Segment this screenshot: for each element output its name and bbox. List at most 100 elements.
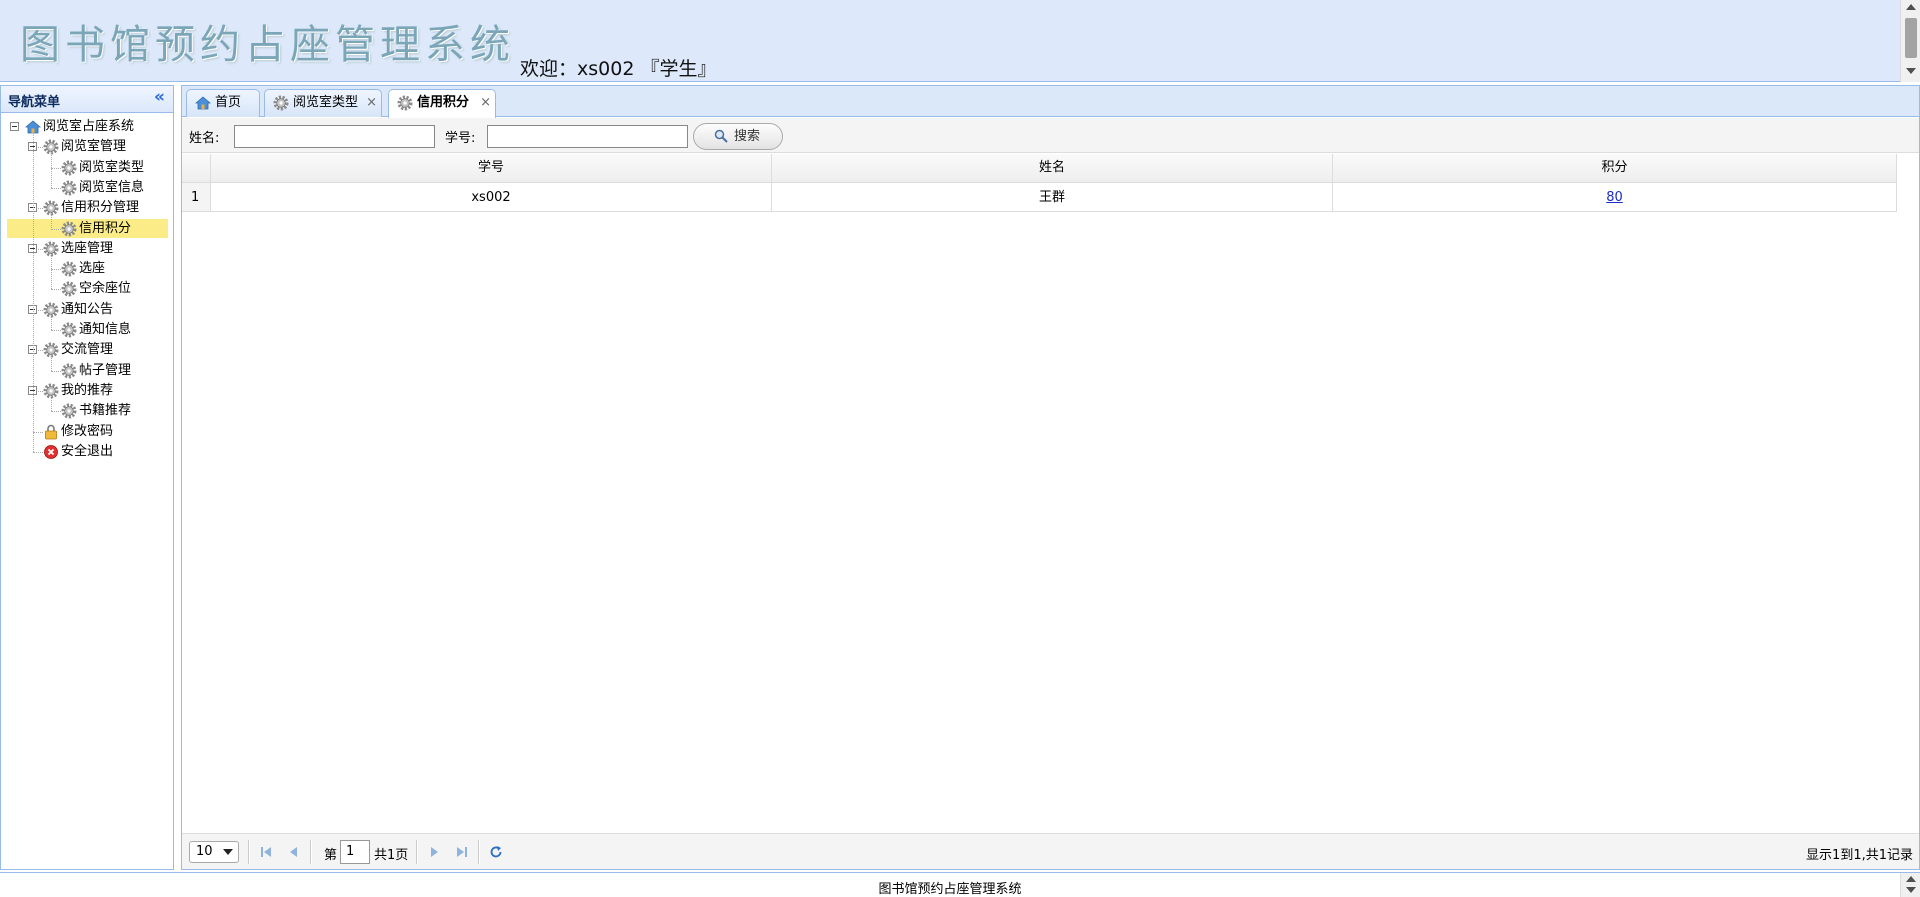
- first-page-icon[interactable]: [259, 845, 273, 859]
- tree-node-group[interactable]: 通知公告: [1, 300, 173, 319]
- tree-connector: [51, 330, 61, 331]
- tree-node-label: 选座管理: [61, 240, 114, 256]
- search-toolbar: 姓名: 学号: 搜索: [182, 118, 1919, 153]
- tree-node-item[interactable]: 阅览室类型: [1, 158, 173, 177]
- gear-icon: [61, 160, 77, 176]
- tree-connector: [51, 167, 61, 169]
- tree-node-group[interactable]: 信用积分管理: [1, 198, 173, 217]
- welcome-text: 欢迎：xs002 『学生』: [520, 58, 717, 80]
- tree-node-label: 空余座位: [79, 281, 132, 297]
- gear-icon: [61, 403, 77, 419]
- tab-label: 信用积分: [417, 95, 470, 110]
- footer-text: 图书馆预约占座管理系统: [878, 882, 1022, 897]
- collapse-toggle-icon[interactable]: [10, 122, 19, 131]
- tree-node-item[interactable]: 帖子管理: [1, 361, 173, 380]
- tree-connector: [51, 314, 52, 330]
- tree-node-item[interactable]: 选座: [1, 259, 173, 278]
- pager-separator: [478, 840, 480, 864]
- tree-node-label: 我的推荐: [61, 382, 114, 398]
- home-icon: [195, 96, 211, 110]
- score-link[interactable]: 80: [1606, 190, 1623, 205]
- name-input[interactable]: [234, 125, 435, 148]
- tree-node-group[interactable]: 交流管理: [1, 340, 173, 359]
- cell-score: 80: [1333, 183, 1897, 212]
- tree-connector: [51, 152, 52, 188]
- tree-node-item[interactable]: 空余座位: [1, 279, 173, 298]
- tree-node-label: 书籍推荐: [79, 403, 132, 419]
- tree-node-item[interactable]: 通知信息: [1, 320, 173, 339]
- prev-page-icon[interactable]: [287, 845, 301, 859]
- tree-node-logout[interactable]: 安全退出: [1, 442, 173, 461]
- search-label: 搜索: [734, 129, 761, 144]
- nav-title: 导航菜单: [8, 95, 61, 110]
- student-id-label: 学号:: [445, 131, 476, 146]
- footer-scrollbar[interactable]: [1900, 873, 1920, 897]
- refresh-icon[interactable]: [489, 845, 503, 859]
- tree-node-item[interactable]: 阅览室信息: [1, 178, 173, 197]
- close-icon[interactable]: ×: [366, 90, 377, 116]
- row-number: 1: [182, 183, 211, 212]
- tree-connector: [38, 309, 43, 311]
- tree-node-label: 信用积分管理: [61, 200, 140, 216]
- tree-connector: [38, 350, 43, 352]
- gear-icon: [397, 95, 413, 111]
- column-header-student-id[interactable]: 学号: [211, 154, 772, 183]
- gear-icon: [61, 180, 77, 196]
- pager-separator: [248, 840, 250, 864]
- student-id-input[interactable]: [487, 125, 688, 148]
- tree-node-label: 帖子管理: [79, 362, 132, 378]
- scroll-up-icon[interactable]: [1906, 4, 1916, 10]
- column-header-score[interactable]: 积分: [1333, 154, 1897, 183]
- pagination-bar: 10 第 1 共1页 显示1到1,共1记录: [182, 833, 1919, 869]
- tree-connector: [51, 355, 52, 371]
- tab-credit-points[interactable]: 信用积分 ×: [388, 89, 496, 118]
- tree-connector: [38, 147, 43, 149]
- search-icon: [714, 129, 728, 143]
- next-page-icon[interactable]: [427, 845, 441, 859]
- tree-connector: [51, 253, 52, 290]
- table-row[interactable]: 1 xs002 王群 80: [182, 183, 1900, 212]
- tab-reading-room-type[interactable]: 阅览室类型 ×: [264, 89, 382, 117]
- tree-node-root[interactable]: 阅览室占座系统: [1, 117, 173, 136]
- gear-icon: [61, 363, 77, 379]
- scroll-up-icon[interactable]: [1906, 876, 1916, 882]
- collapse-icon[interactable]: «: [154, 87, 165, 107]
- tab-home[interactable]: 首页: [186, 89, 260, 117]
- gear-icon: [61, 261, 77, 277]
- header-scrollbar[interactable]: [1900, 0, 1920, 82]
- tree-connector: [38, 390, 43, 392]
- last-page-icon[interactable]: [455, 845, 469, 859]
- exit-icon: [44, 444, 58, 459]
- scroll-thumb[interactable]: [1905, 18, 1917, 58]
- header-banner: 图书馆预约占座管理系统 欢迎：xs002 『学生』: [0, 0, 1920, 82]
- tree-node-group[interactable]: 阅览室管理: [1, 137, 173, 156]
- tree-node-item[interactable]: 信用积分: [7, 218, 168, 238]
- main-panel: 首页 阅览室类型 × 信用积分 × 姓名: 学号: 搜索 学号 姓名 积分 1 …: [181, 85, 1920, 870]
- tree-node-label: 选座: [79, 261, 106, 277]
- page-size-select[interactable]: 10: [189, 841, 239, 863]
- page-number-input[interactable]: 1: [340, 840, 370, 864]
- name-label: 姓名:: [189, 131, 220, 146]
- column-header-name[interactable]: 姓名: [772, 154, 1333, 183]
- pager-separator: [310, 840, 312, 864]
- footer: 图书馆预约占座管理系统: [0, 872, 1920, 897]
- tree-node-change-password[interactable]: 修改密码: [1, 422, 173, 441]
- gear-icon: [61, 221, 77, 236]
- scroll-down-icon[interactable]: [1906, 68, 1916, 74]
- close-icon[interactable]: ×: [480, 90, 491, 116]
- tree-node-group[interactable]: 选座管理: [1, 239, 173, 258]
- grid-header-row: 学号 姓名 积分: [182, 154, 1900, 183]
- tree-connector: [33, 451, 43, 453]
- search-button[interactable]: 搜索: [693, 123, 783, 150]
- tree-connector: [51, 289, 61, 291]
- scroll-down-icon[interactable]: [1906, 887, 1916, 893]
- tab-label: 首页: [215, 95, 242, 110]
- tree-node-item[interactable]: 书籍推荐: [1, 401, 173, 420]
- tree-node-group[interactable]: 我的推荐: [1, 381, 173, 400]
- tree-connector: [51, 213, 52, 229]
- tree-connector: [51, 187, 61, 189]
- page-info: 显示1到1,共1记录: [1806, 848, 1913, 863]
- tree-node-label: 信用积分: [79, 220, 132, 236]
- tree-connector: [38, 248, 43, 250]
- tab-label: 阅览室类型: [293, 95, 359, 110]
